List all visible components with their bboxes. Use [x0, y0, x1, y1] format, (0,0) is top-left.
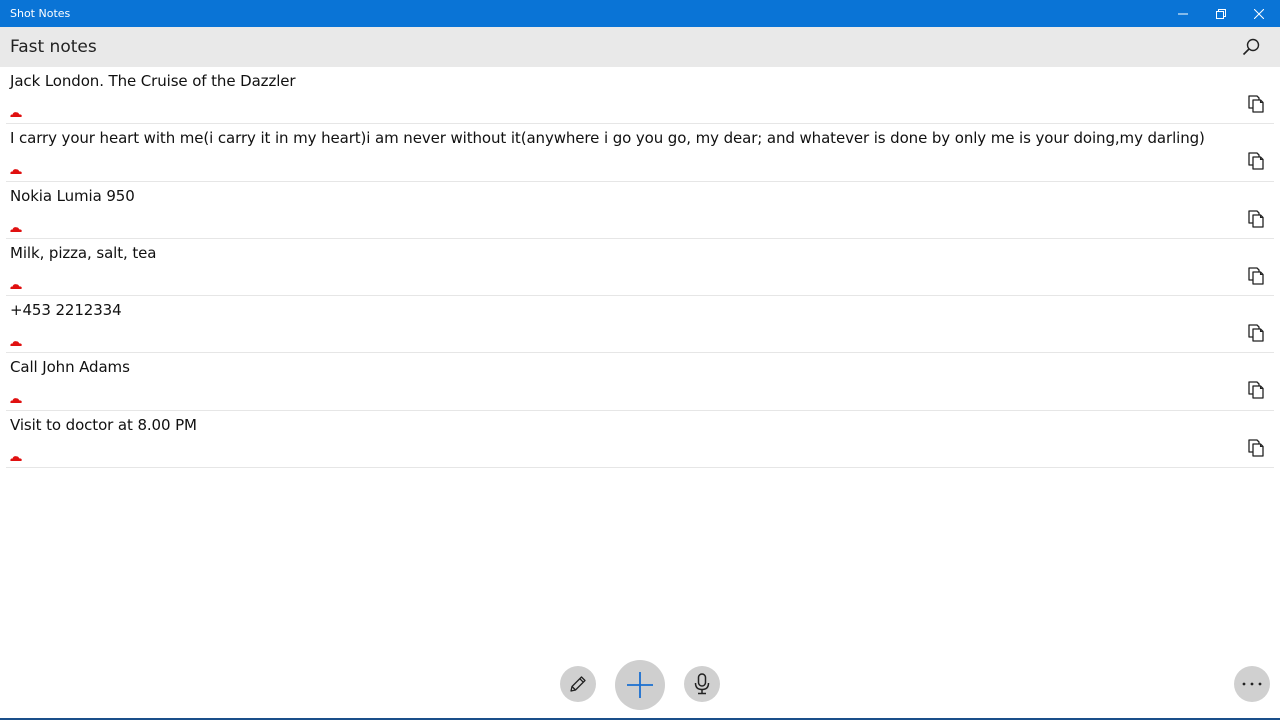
note-item[interactable]: Jack London. The Cruise of the Dazzler [6, 67, 1274, 125]
cloud-icon [10, 226, 22, 232]
pencil-icon [570, 676, 586, 692]
note-text: Visit to doctor at 8.00 PM [10, 415, 197, 434]
cloud-icon [10, 398, 22, 404]
search-button[interactable] [1231, 27, 1271, 67]
note-text: Milk, pizza, salt, tea [10, 243, 157, 262]
cloud-icon [10, 112, 22, 117]
maximize-button[interactable] [1202, 0, 1240, 27]
note-item[interactable]: Visit to doctor at 8.00 PM [6, 411, 1274, 469]
note-text: +453 2212334 [10, 301, 122, 320]
note-item[interactable]: I carry your heart with me(i carry it in… [6, 124, 1274, 182]
cloud-icon [10, 284, 22, 289]
page-title: Fast notes [10, 37, 97, 57]
note-item[interactable]: Nokia Lumia 950 [6, 182, 1274, 239]
app-title: Shot Notes [10, 7, 71, 20]
plus-icon [627, 672, 653, 698]
copy-button[interactable] [1247, 323, 1265, 343]
copy-icon [1248, 95, 1264, 113]
note-text: Call John Adams [10, 358, 130, 377]
page-header: Fast notes [0, 27, 1280, 67]
note-item[interactable]: +453 2212334 [6, 296, 1274, 354]
note-text: Jack London. The Cruise of the Dazzler [10, 72, 296, 90]
copy-button[interactable] [1247, 380, 1265, 400]
close-button[interactable] [1240, 0, 1278, 27]
more-icon [1242, 682, 1262, 686]
notes-list: Jack London. The Cruise of the Dazzler I … [0, 67, 1280, 469]
note-text: Nokia Lumia 950 [10, 186, 135, 205]
cloud-icon [10, 455, 22, 461]
command-bar [0, 650, 1280, 720]
copy-button[interactable] [1247, 151, 1265, 171]
copy-icon [1248, 324, 1264, 342]
note-text: I carry your heart with me(i carry it in… [10, 129, 1205, 148]
close-icon [1254, 8, 1264, 19]
copy-icon [1248, 209, 1264, 228]
note-item[interactable]: Milk, pizza, salt, tea [6, 239, 1274, 297]
voice-note-button[interactable] [684, 666, 720, 702]
note-item[interactable]: Call John Adams [6, 353, 1274, 411]
edit-button[interactable] [560, 666, 596, 702]
minimize-icon [1178, 13, 1188, 14]
minimize-button[interactable] [1164, 0, 1202, 27]
copy-button[interactable] [1247, 438, 1265, 458]
cloud-icon [10, 169, 22, 175]
copy-button[interactable] [1247, 94, 1265, 114]
microphone-icon [694, 673, 710, 695]
copy-button[interactable] [1247, 209, 1265, 229]
cloud-icon [10, 341, 22, 347]
copy-icon [1248, 439, 1264, 457]
window-controls [1164, 0, 1278, 27]
copy-icon [1248, 152, 1264, 170]
restore-icon [1216, 8, 1226, 19]
add-note-button[interactable] [615, 660, 665, 710]
title-bar: Shot Notes [0, 0, 1280, 27]
search-icon [1242, 38, 1260, 56]
more-options-button[interactable] [1234, 666, 1270, 702]
copy-icon [1248, 381, 1264, 400]
copy-icon [1248, 267, 1264, 285]
copy-button[interactable] [1247, 266, 1265, 286]
